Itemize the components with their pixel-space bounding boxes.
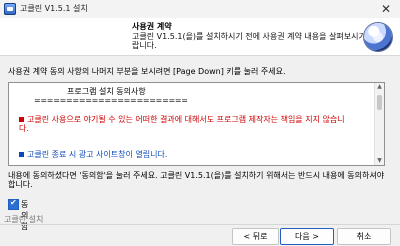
footer-divider: [0, 224, 400, 225]
license-textbox[interactable]: 프로그램 설치 동의사항 ======================== 고클…: [8, 82, 385, 166]
agree-checkbox[interactable]: ✔: [8, 198, 19, 210]
checkmark-icon: ✔: [10, 198, 17, 207]
window-title: 고클린 V1.5.1 설치: [20, 4, 88, 13]
scrollbar[interactable]: ▲ ▼: [374, 83, 384, 165]
cancel-button[interactable]: 취소: [337, 228, 391, 245]
installer-logo-icon: [364, 23, 392, 51]
title-bar: 고클린 V1.5.1 설치 ✕: [0, 0, 400, 19]
scroll-down-icon[interactable]: ▼: [375, 157, 384, 165]
page-title: 사용권 계약: [132, 22, 172, 31]
license-item: 고클린 종료 시 광고 사이트창이 열립니다.: [19, 150, 349, 159]
license-rule: ========================: [34, 96, 188, 105]
instruction-text: 사용권 계약 동의 사항의 나머지 부분을 보시려면 [Page Down] 키…: [8, 67, 286, 76]
back-button[interactable]: < 뒤로: [232, 228, 279, 245]
close-icon[interactable]: ✕: [378, 1, 394, 17]
header-panel: 사용권 계약 고클린 V1.5.1(을)를 설치하시기 전에 사용권 계약 내용…: [0, 18, 400, 56]
page-subtitle: 고클린 V1.5.1(을)를 설치하시기 전에 사용권 계약 내용을 살펴보시기…: [132, 32, 376, 50]
license-item-text: 고클린 종료 시 광고 사이트창이 열립니다.: [27, 150, 168, 159]
license-item-text: 고클린 사용으로 야기될 수 있는 어떠한 결과에 대해서도 프로그램 제작자는…: [19, 115, 345, 133]
bullet-icon: [19, 152, 24, 157]
license-content: 프로그램 설치 동의사항 ======================== 고클…: [9, 83, 375, 165]
scroll-thumb[interactable]: [377, 95, 382, 110]
license-item: 고클린 사용으로 야기될 수 있는 어떠한 결과에 대해서도 프로그램 제작자는…: [19, 115, 349, 133]
app-icon: [4, 3, 16, 15]
agreement-note: 내용에 동의하셨다면 '동의함'을 눌러 주세요. 고클린 V1.5.1(을)를…: [8, 171, 385, 189]
scroll-up-icon[interactable]: ▲: [375, 83, 384, 91]
bullet-icon: [19, 117, 24, 122]
next-button[interactable]: 다음 >: [280, 228, 334, 245]
